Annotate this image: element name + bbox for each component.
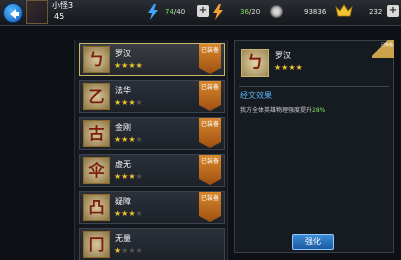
list-item[interactable]: 凸 疑障 ★★★★ 已装备: [79, 191, 225, 224]
equipped-corner-badge: 已装备: [372, 40, 394, 58]
detail-name: 罗汉: [275, 51, 291, 60]
energy-bolt-icon: [148, 4, 158, 20]
player-level: 45: [54, 12, 65, 21]
item-name: 疑障: [115, 197, 131, 206]
energy-value: 74/40: [165, 8, 186, 16]
gold-ingot-icon: [335, 4, 353, 17]
divider: [239, 86, 389, 87]
top-bar: 小怪3 45 74/40 + 36/20 93836 232 +: [0, 0, 401, 26]
item-name: 无量: [115, 234, 131, 243]
scripture-icon: 乙: [83, 83, 110, 110]
star-rating: ★★★★: [114, 61, 143, 70]
scripture-icon: ㄅ: [83, 46, 110, 73]
list-item[interactable]: 冂 无量 ★★★★: [79, 228, 225, 260]
player-avatar[interactable]: [26, 0, 48, 24]
back-arrow-icon: [10, 9, 19, 19]
back-button[interactable]: [3, 3, 23, 23]
detail-star-rating: ★★★★: [274, 63, 303, 72]
player-name: 小怪3: [52, 1, 74, 10]
star-rating: ★★★★: [114, 246, 143, 255]
list-item[interactable]: 古 金刚 ★★★★ 已装备: [79, 117, 225, 150]
star-rating: ★★★★: [114, 135, 143, 144]
equipped-tag: 已装备: [199, 192, 221, 222]
add-energy-button[interactable]: +: [197, 5, 209, 17]
scripture-icon: 凸: [83, 194, 110, 221]
item-name: 罗汉: [115, 49, 131, 58]
stamina-bolt-icon: [213, 4, 223, 20]
star-rating: ★★★★: [114, 209, 143, 218]
stamina-value: 36/20: [240, 8, 261, 16]
coin-value: 93836: [304, 8, 327, 16]
effect-section-title: 经文效果: [240, 91, 272, 100]
star-rating: ★★★★: [114, 98, 143, 107]
equipped-tag: 已装备: [199, 81, 221, 111]
coin-icon: [270, 5, 283, 18]
star-rating: ★★★★: [114, 172, 143, 181]
equipped-tag: 已装备: [199, 44, 221, 74]
equipped-tag: 已装备: [199, 118, 221, 148]
add-gold-button[interactable]: +: [387, 5, 399, 17]
scripture-icon: 伞: [83, 157, 110, 184]
effect-description: 我方全体英雄物理强度提升28%: [240, 107, 326, 114]
gold-value: 232: [369, 8, 383, 16]
scripture-list[interactable]: ㄅ 罗汉 ★★★★ 已装备 乙 法华 ★★★★ 已装备 古 金刚 ★★★★ 已装…: [74, 40, 228, 260]
list-item[interactable]: 伞 虚无 ★★★★ 已装备: [79, 154, 225, 187]
list-item[interactable]: ㄅ 罗汉 ★★★★ 已装备: [79, 43, 225, 76]
item-name: 法华: [115, 86, 131, 95]
scripture-icon: 古: [83, 120, 110, 147]
detail-scripture-icon: ㄅ: [241, 49, 269, 77]
scripture-detail-panel: 已装备 ㄅ 罗汉 ★★★★ 经文效果 我方全体英雄物理强度提升28% 强化: [234, 40, 394, 253]
enhance-button[interactable]: 强化: [292, 234, 334, 250]
item-name: 金刚: [115, 123, 131, 132]
scripture-icon: 冂: [83, 231, 110, 258]
list-item[interactable]: 乙 法华 ★★★★ 已装备: [79, 80, 225, 113]
item-name: 虚无: [115, 160, 131, 169]
equipped-tag: 已装备: [199, 155, 221, 185]
